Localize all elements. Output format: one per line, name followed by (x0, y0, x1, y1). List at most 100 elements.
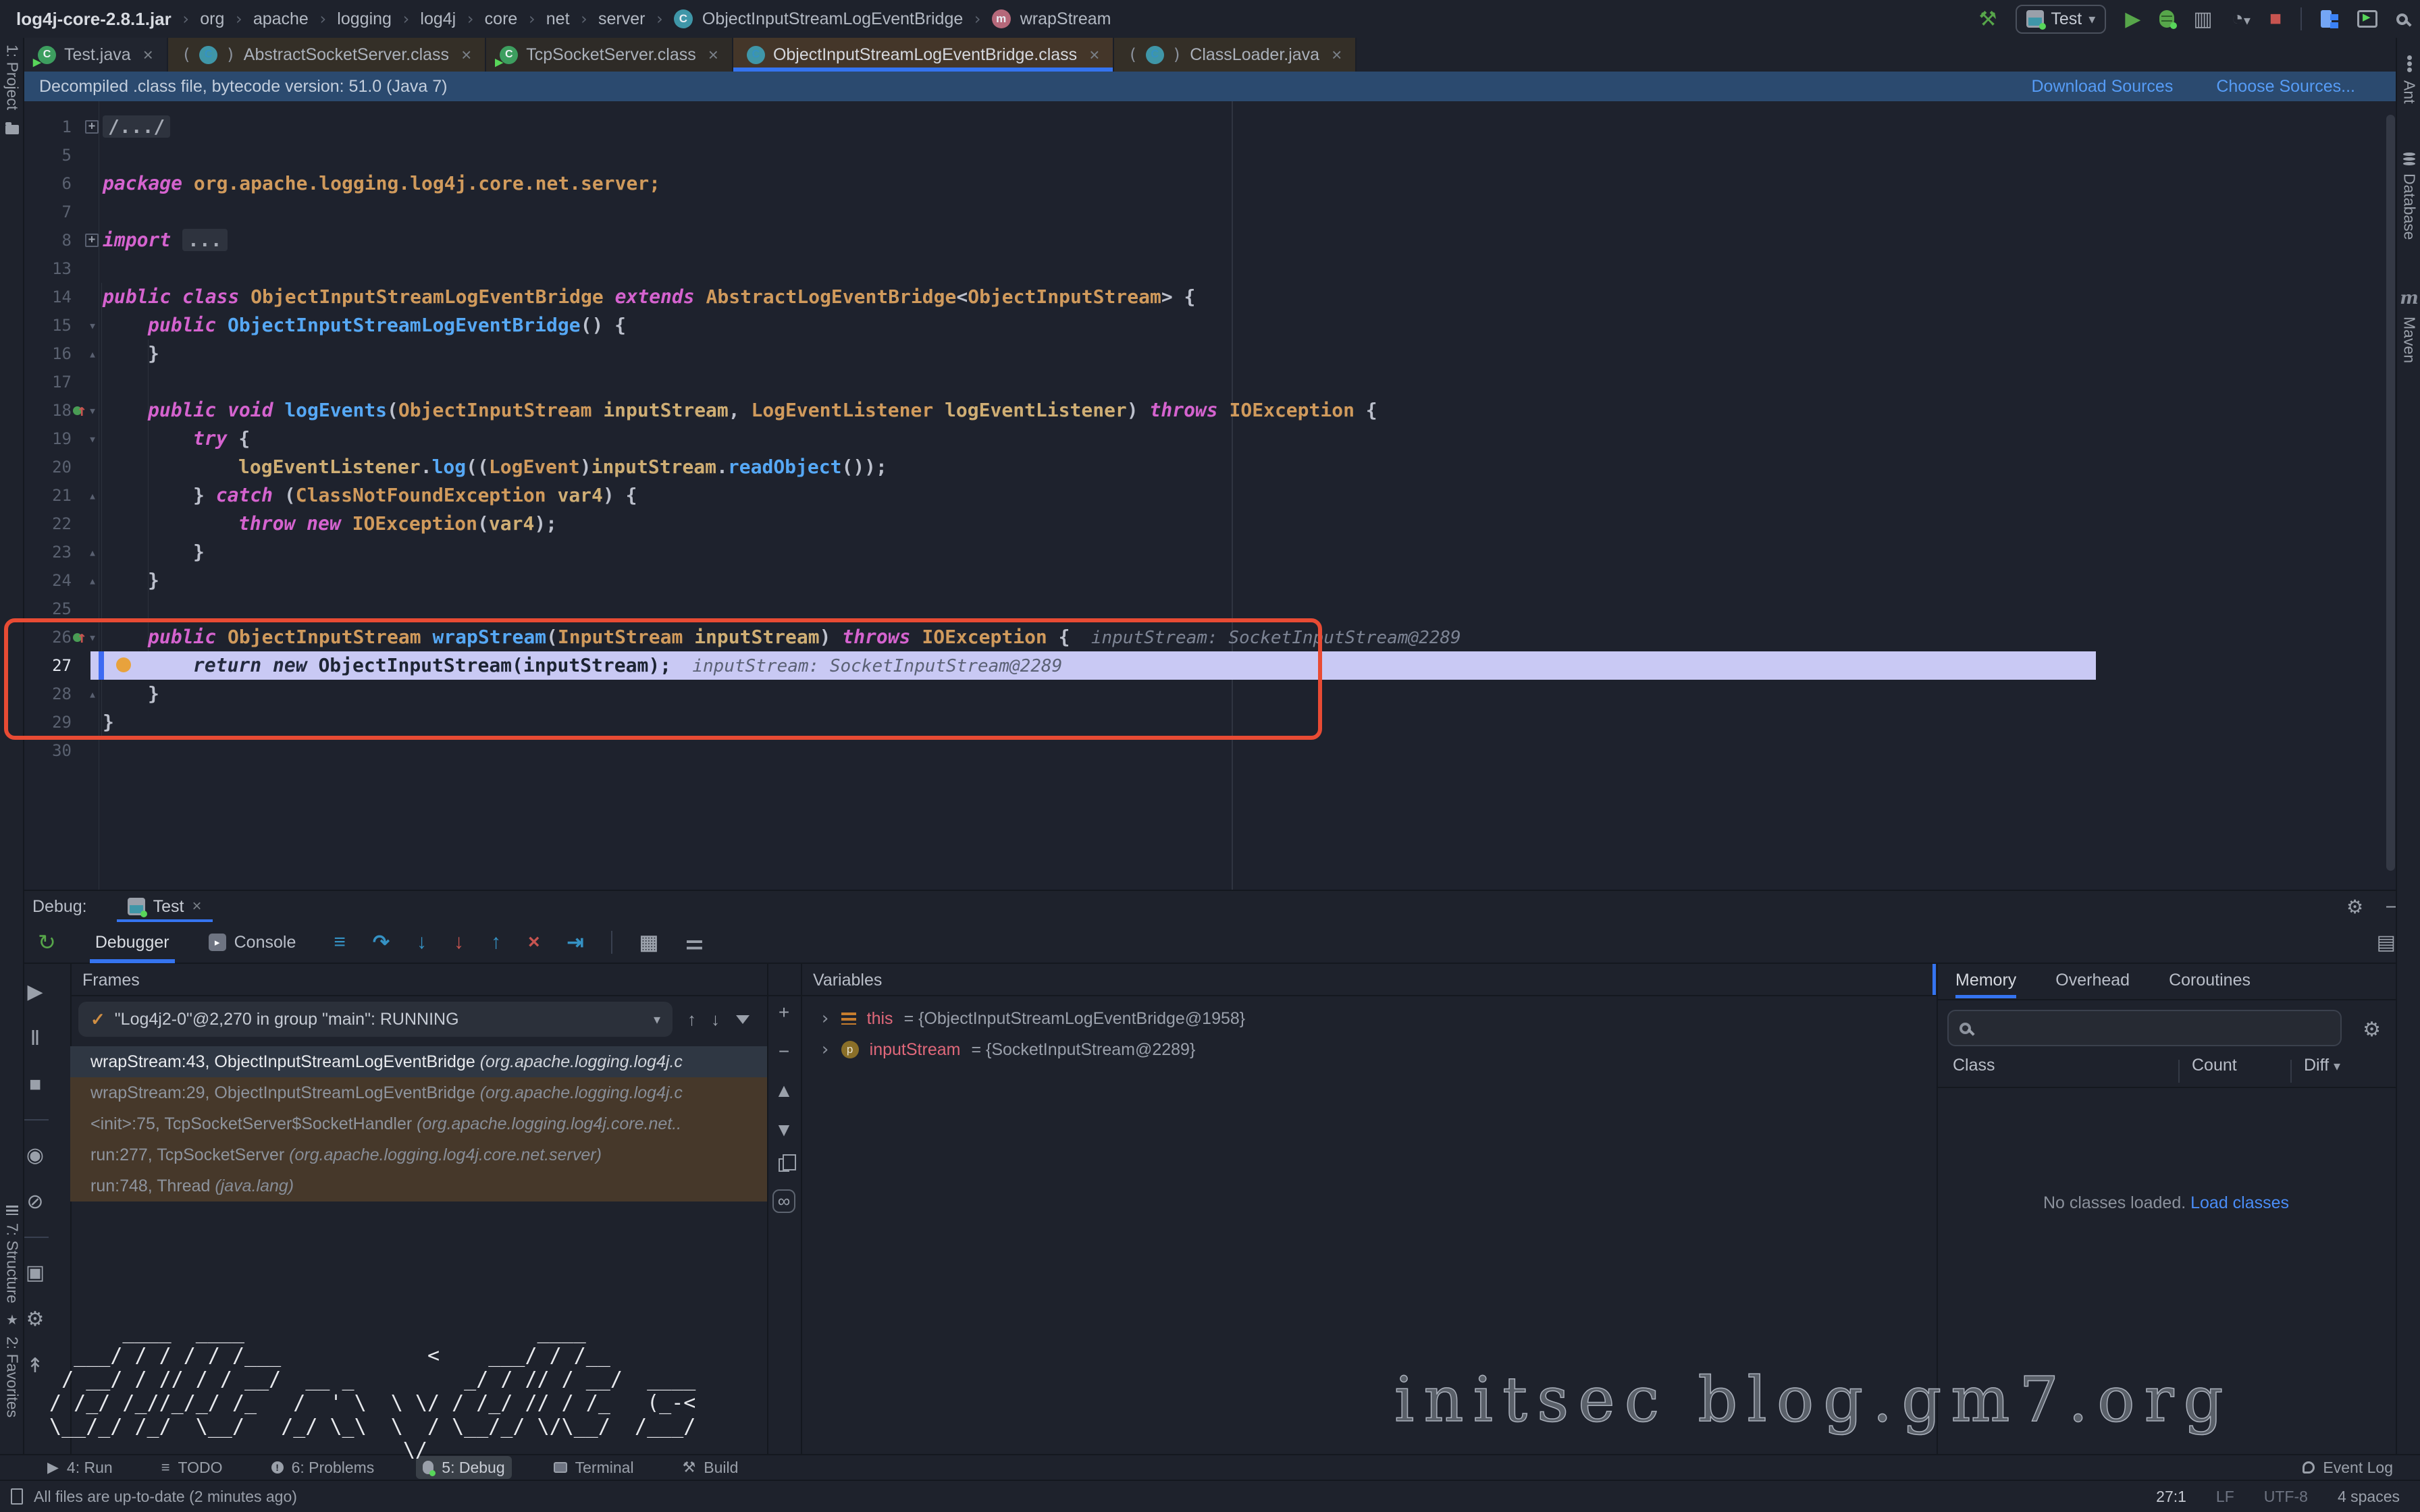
debug-settings-icon[interactable]: ⚙ (26, 1307, 45, 1331)
editor-tab[interactable]: C▶TcpSocketServer.class× (486, 38, 733, 72)
line-number[interactable]: 1 (24, 113, 72, 141)
column-divider[interactable] (2178, 1060, 2180, 1083)
tool-button-ant[interactable]: Ant (2400, 80, 2419, 104)
editor-tab[interactable]: CObjectInputStreamLogEventBridge.class× (733, 38, 1114, 72)
layout-settings-icon[interactable]: ▤ (2377, 931, 2396, 954)
breadcrumb-item[interactable]: core (485, 9, 518, 29)
editor-tab[interactable]: (C)AbstractSocketServer.class× (168, 38, 486, 72)
line-number[interactable]: 15 (24, 311, 72, 340)
code-line-5[interactable]: 5 (24, 141, 2396, 169)
fold-end-icon[interactable]: ▴ (85, 481, 100, 510)
line-number[interactable]: 14 (24, 283, 72, 311)
tool-button-project[interactable]: 1: Project (3, 45, 22, 110)
memory-tab-coroutines[interactable]: Coroutines (2169, 971, 2251, 998)
fold-collapse-icon[interactable]: ▾ (85, 396, 100, 425)
force-step-into-icon[interactable]: ↓ (454, 931, 464, 954)
caret-position[interactable]: 27:1 (2156, 1488, 2186, 1506)
line-number[interactable]: 13 (24, 254, 72, 283)
memory-tab-overhead[interactable]: Overhead (2055, 971, 2130, 998)
step-into-icon[interactable]: ↓ (417, 931, 427, 954)
code-line-6[interactable]: 6package org.apache.logging.log4j.core.n… (24, 169, 2396, 198)
breadcrumb-method[interactable]: wrapStream (1020, 9, 1111, 29)
code-text[interactable]: } (103, 340, 159, 368)
fold-collapse-icon[interactable]: ▾ (85, 311, 100, 340)
code-line-30[interactable]: 30 (24, 736, 2396, 765)
remove-watch-icon[interactable]: − (779, 1041, 789, 1062)
evaluate-expression-icon[interactable]: ▦ (639, 931, 658, 954)
tool-button-structure[interactable]: 7: Structure (3, 1223, 22, 1303)
next-frame-icon[interactable]: ↓ (711, 1009, 720, 1030)
pin-icon[interactable]: ↟ (26, 1354, 43, 1378)
fold-collapse-icon[interactable]: ▾ (85, 623, 100, 651)
resume-icon[interactable]: ▶ (27, 980, 43, 1004)
run-anything-icon[interactable] (2357, 10, 2377, 28)
line-number[interactable]: 6 (24, 169, 72, 198)
code-line-29[interactable]: 29} (24, 708, 2396, 736)
column-count[interactable]: Count (2192, 1056, 2237, 1075)
breadcrumb-item[interactable]: server (598, 9, 645, 29)
breadcrumb-item[interactable]: logging (337, 9, 392, 29)
line-number[interactable]: 17 (24, 368, 72, 396)
code-text[interactable]: } catch (ClassNotFoundException var4) { (103, 481, 637, 510)
build-hammer-icon[interactable]: ⚒ (1978, 7, 1997, 31)
memory-search-input[interactable] (1947, 1010, 2342, 1046)
download-sources-link[interactable]: Download Sources (2031, 77, 2173, 97)
column-diff[interactable]: Diff ▾ (2304, 1056, 2340, 1075)
line-number[interactable]: 28 (24, 680, 72, 708)
close-icon[interactable]: × (1332, 45, 1342, 65)
line-number[interactable]: 29 (24, 708, 72, 736)
stop-icon[interactable]: ■ (29, 1073, 41, 1096)
frame-row[interactable]: <init>:75, TcpSocketServer$SocketHandler… (70, 1108, 767, 1139)
choose-sources-link[interactable]: Choose Sources... (2216, 77, 2355, 97)
code-line-26[interactable]: 26↑▾public ObjectInputStream wrapStream(… (24, 623, 2396, 651)
line-number[interactable]: 21 (24, 481, 72, 510)
stop-button[interactable]: ■ (2269, 7, 2282, 30)
code-text[interactable]: logEventListener.log((LogEvent)inputStre… (103, 453, 887, 481)
close-icon[interactable]: × (143, 45, 153, 65)
variable-row[interactable]: ›this= {ObjectInputStreamLogEventBridge@… (801, 1003, 1937, 1034)
editor-tab[interactable]: (C)ClassLoader.java× (1114, 38, 1357, 72)
pause-icon[interactable]: Ⅱ (30, 1027, 41, 1050)
code-line-17[interactable]: 17 (24, 368, 2396, 396)
indent-indicator[interactable]: 4 spaces (2338, 1488, 2400, 1506)
code-line-22[interactable]: 22throw new IOException(var4); (24, 510, 2396, 538)
evaluate-watch-icon[interactable]: ∞ (772, 1189, 796, 1213)
code-text[interactable]: import ... (103, 226, 228, 254)
memory-tab-memory[interactable]: Memory (1955, 971, 2016, 998)
tool-window-button-debug[interactable]: 5: Debug (416, 1456, 511, 1479)
debug-button[interactable] (2159, 10, 2174, 28)
code-text[interactable]: public ObjectInputStreamLogEventBridge()… (103, 311, 626, 340)
event-log-button[interactable]: Event Log (2303, 1459, 2393, 1477)
code-line-25[interactable]: 25 (24, 595, 2396, 623)
close-icon[interactable]: × (1089, 45, 1099, 65)
fold-end-icon[interactable]: ▴ (85, 340, 100, 368)
code-text[interactable]: public class ObjectInputStreamLogEventBr… (103, 283, 1195, 311)
line-number[interactable]: 25 (24, 595, 72, 623)
run-to-cursor-icon[interactable]: ⇥ (567, 931, 584, 954)
view-options-icon[interactable]: ⚌ (685, 931, 704, 954)
breadcrumb-item[interactable]: net (546, 9, 570, 29)
drop-frame-icon[interactable]: × (528, 931, 540, 954)
step-over-icon[interactable]: ↷ (373, 931, 390, 954)
editor-tab[interactable]: C▶Test.java× (24, 38, 168, 72)
frame-row[interactable]: run:277, TcpSocketServer (org.apache.log… (70, 1139, 767, 1170)
tool-button-database[interactable]: Database (2400, 173, 2419, 240)
breadcrumb-item[interactable]: log4j (420, 9, 456, 29)
line-number[interactable]: 20 (24, 453, 72, 481)
line-number[interactable]: 7 (24, 198, 72, 226)
move-up-icon[interactable]: ▲ (774, 1080, 793, 1102)
add-watch-icon[interactable]: + (779, 1002, 789, 1023)
code-line-1[interactable]: 1+/.../ (24, 113, 2396, 141)
tab-console[interactable]: ▸ Console (209, 921, 296, 963)
code-text[interactable]: } (103, 538, 205, 566)
line-number[interactable]: 18 (24, 396, 72, 425)
close-icon[interactable]: × (192, 897, 201, 916)
code-text[interactable]: return new ObjectInputStream(inputStream… (103, 651, 1062, 680)
frame-row[interactable]: wrapStream:29, ObjectInputStreamLogEvent… (70, 1077, 767, 1108)
step-out-icon[interactable]: ↑ (491, 931, 501, 954)
encoding-indicator[interactable]: UTF-8 (2264, 1488, 2308, 1506)
column-class[interactable]: Class (1953, 1056, 1995, 1075)
fold-end-icon[interactable]: ▴ (85, 680, 100, 708)
tool-button-maven[interactable]: Maven (2400, 317, 2419, 363)
code-text[interactable]: } (103, 680, 159, 708)
